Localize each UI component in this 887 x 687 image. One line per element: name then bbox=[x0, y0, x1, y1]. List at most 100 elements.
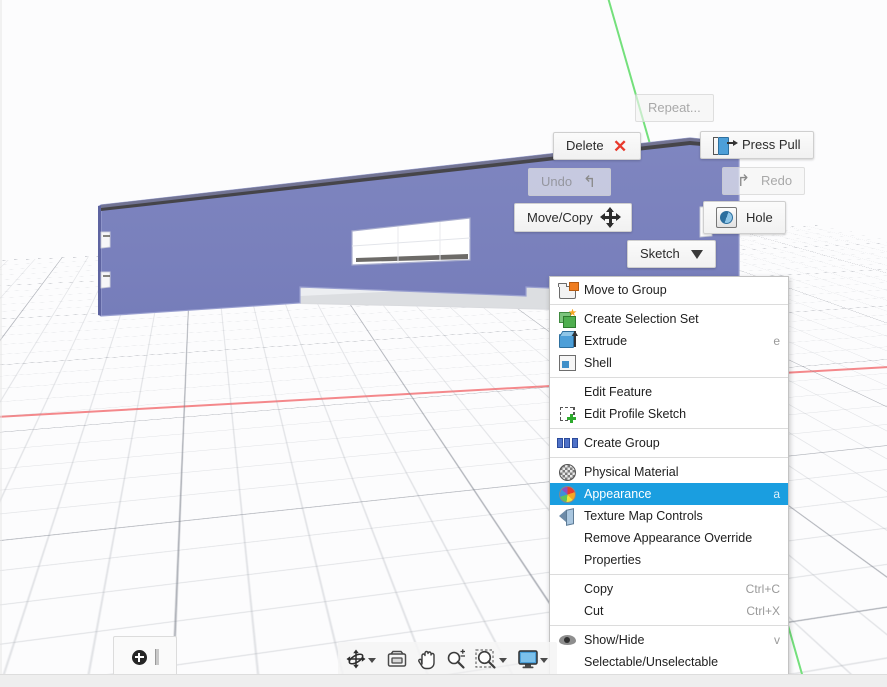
sketch-dropdown-button[interactable]: Sketch bbox=[627, 240, 716, 268]
menu-separator bbox=[550, 428, 788, 429]
no-icon bbox=[556, 551, 578, 569]
menu-item-label: Properties bbox=[584, 551, 770, 569]
menu-separator bbox=[550, 457, 788, 458]
zoom-icon bbox=[445, 648, 467, 670]
press-pull-icon bbox=[713, 137, 733, 153]
origin-widget[interactable] bbox=[113, 636, 177, 677]
edit-profile-sketch-icon bbox=[556, 405, 578, 423]
eye-icon bbox=[556, 631, 578, 649]
look-at-icon bbox=[386, 649, 408, 669]
menu-item-shortcut: v bbox=[774, 633, 780, 647]
menu-item-shortcut: e bbox=[773, 334, 780, 348]
orbit-icon bbox=[345, 648, 367, 670]
display-settings-tool[interactable] bbox=[514, 647, 553, 671]
zoom-window-icon bbox=[475, 648, 498, 670]
menu-item-label: Edit Feature bbox=[584, 383, 770, 401]
menu-item-label: Create Selection Set bbox=[584, 310, 770, 328]
menu-item-properties[interactable]: Properties bbox=[550, 549, 788, 571]
create-selection-set-icon bbox=[556, 310, 578, 328]
hole-button[interactable]: Hole bbox=[703, 201, 786, 234]
menu-item-show-hide[interactable]: Show/Hide v bbox=[550, 629, 788, 651]
pan-hand-icon bbox=[416, 648, 437, 670]
menu-item-label: Remove Appearance Override bbox=[584, 529, 770, 547]
undo-button-label: Undo bbox=[541, 174, 572, 190]
menu-item-shortcut: a bbox=[773, 487, 780, 501]
physical-material-icon bbox=[556, 463, 578, 481]
menu-item-shortcut: Ctrl+C bbox=[746, 582, 780, 596]
no-icon bbox=[556, 529, 578, 547]
menu-item-label: Physical Material bbox=[584, 463, 770, 481]
menu-item-label: Copy bbox=[584, 580, 736, 598]
chevron-down-icon[interactable] bbox=[368, 658, 376, 663]
menu-item-create-selection-set[interactable]: Create Selection Set bbox=[550, 308, 788, 330]
menu-item-physical-material[interactable]: Physical Material bbox=[550, 461, 788, 483]
menu-item-label: Edit Profile Sketch bbox=[584, 405, 770, 423]
hole-icon bbox=[716, 207, 737, 228]
extrude-icon bbox=[556, 332, 578, 350]
move-copy-button-label: Move/Copy bbox=[527, 210, 593, 226]
menu-item-label: Extrude bbox=[584, 332, 763, 350]
menu-item-edit-feature[interactable]: Edit Feature bbox=[550, 381, 788, 403]
chevron-down-icon[interactable] bbox=[499, 658, 507, 663]
press-pull-button-label: Press Pull bbox=[742, 137, 801, 153]
menu-item-selectable-unselectable[interactable]: Selectable/Unselectable bbox=[550, 651, 788, 673]
menu-separator bbox=[550, 625, 788, 626]
move-copy-button[interactable]: Move/Copy bbox=[514, 203, 632, 232]
menu-item-create-group[interactable]: Create Group bbox=[550, 432, 788, 454]
resize-handle[interactable] bbox=[155, 649, 159, 665]
menu-item-appearance[interactable]: Appearance a bbox=[550, 483, 788, 505]
texture-map-icon bbox=[556, 507, 578, 525]
pan-tool[interactable] bbox=[413, 646, 440, 672]
origin-point-icon[interactable] bbox=[132, 650, 147, 665]
navigation-toolbar[interactable] bbox=[338, 642, 557, 676]
menu-item-remove-appearance-override[interactable]: Remove Appearance Override bbox=[550, 527, 788, 549]
menu-item-label: Show/Hide bbox=[584, 631, 764, 649]
no-icon bbox=[556, 602, 578, 620]
no-icon bbox=[556, 653, 578, 671]
repeat-button-label: Repeat... bbox=[648, 100, 701, 116]
zoom-tool[interactable] bbox=[442, 646, 470, 672]
press-pull-button[interactable]: Press Pull bbox=[700, 131, 814, 159]
chevron-down-icon[interactable] bbox=[540, 658, 548, 663]
menu-item-edit-profile-sketch[interactable]: Edit Profile Sketch bbox=[550, 403, 788, 425]
menu-item-label: Texture Map Controls bbox=[584, 507, 770, 525]
zoom-window-tool[interactable] bbox=[472, 646, 512, 672]
look-at-tool[interactable] bbox=[383, 647, 411, 671]
context-menu[interactable]: Move to Group Create Selection Set Extru… bbox=[549, 276, 789, 687]
red-x-icon: ✕ bbox=[613, 139, 628, 154]
delete-button-label: Delete bbox=[566, 138, 604, 154]
menu-separator bbox=[550, 304, 788, 305]
menu-item-label: Appearance bbox=[584, 485, 763, 503]
menu-item-label: Move to Group bbox=[584, 281, 770, 299]
shell-icon bbox=[556, 354, 578, 372]
move-to-group-icon bbox=[556, 281, 578, 299]
menu-item-label: Selectable/Unselectable bbox=[584, 653, 770, 671]
menu-item-extrude[interactable]: Extrude e bbox=[550, 330, 788, 352]
menu-item-cut[interactable]: Cut Ctrl+X bbox=[550, 600, 788, 622]
menu-item-texture-map-controls[interactable]: Texture Map Controls bbox=[550, 505, 788, 527]
sketch-button-label: Sketch bbox=[640, 246, 680, 262]
hole-button-label: Hole bbox=[746, 210, 773, 226]
appearance-icon bbox=[556, 485, 578, 503]
redo-button[interactable]: ↱ Redo bbox=[722, 167, 805, 195]
menu-item-shell[interactable]: Shell bbox=[550, 352, 788, 374]
menu-item-label: Shell bbox=[584, 354, 770, 372]
menu-separator bbox=[550, 377, 788, 378]
undo-button[interactable]: Undo ↰ bbox=[528, 168, 611, 196]
menu-item-label: Create Group bbox=[584, 434, 770, 452]
menu-item-move-to-group[interactable]: Move to Group bbox=[550, 279, 788, 301]
four-way-arrow-icon bbox=[602, 209, 619, 226]
status-bar-strip bbox=[0, 674, 887, 687]
menu-item-shortcut: Ctrl+X bbox=[746, 604, 780, 618]
menu-item-label: Cut bbox=[584, 602, 736, 620]
menu-separator bbox=[550, 574, 788, 575]
create-group-icon bbox=[556, 434, 578, 452]
redo-arrow-icon: ↱ bbox=[735, 174, 752, 189]
delete-button[interactable]: Delete ✕ bbox=[553, 132, 641, 160]
cad-application-window: Repeat... Delete ✕ Press Pull Undo ↰ ↱ R… bbox=[0, 0, 887, 687]
undo-arrow-icon: ↰ bbox=[581, 175, 598, 190]
chevron-down-icon bbox=[691, 250, 703, 259]
repeat-button[interactable]: Repeat... bbox=[635, 94, 714, 122]
menu-item-copy[interactable]: Copy Ctrl+C bbox=[550, 578, 788, 600]
orbit-tool[interactable] bbox=[342, 646, 381, 672]
